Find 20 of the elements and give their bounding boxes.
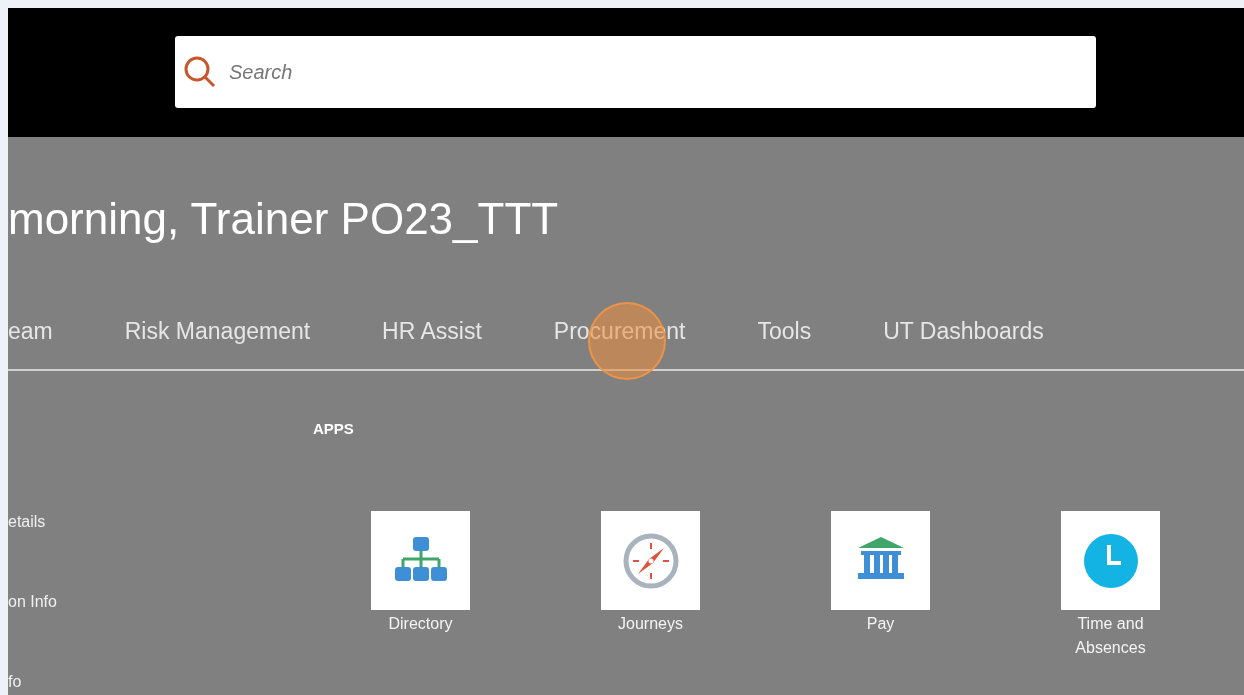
app-label: Journeys [617, 614, 684, 634]
app-tile[interactable] [1061, 511, 1160, 610]
side-link[interactable]: fo [8, 672, 313, 695]
nav-tab[interactable]: HR Assist [382, 317, 482, 353]
nav-tab[interactable]: UT Dashboards [883, 317, 1044, 353]
section-heading: APPS [313, 419, 355, 439]
app-label: Directory [387, 614, 454, 634]
greeting-heading: morning, Trainer PO23_TTT [8, 193, 560, 245]
search-icon [183, 55, 217, 89]
side-link[interactable]: on Info [8, 592, 313, 672]
nav-tab[interactable]: Risk Management [124, 317, 311, 353]
app-label: Pay [865, 614, 896, 634]
app-label: Time and Absences [1074, 614, 1147, 658]
app-tile[interactable] [371, 511, 470, 610]
search-field[interactable]: Search [175, 36, 1096, 108]
app-tile[interactable] [831, 511, 930, 610]
side-link[interactable]: etails [8, 512, 313, 592]
nav-tab[interactable]: eam [8, 317, 53, 353]
nav-tab[interactable]: Tools [757, 317, 812, 353]
app-tile[interactable] [601, 511, 700, 610]
